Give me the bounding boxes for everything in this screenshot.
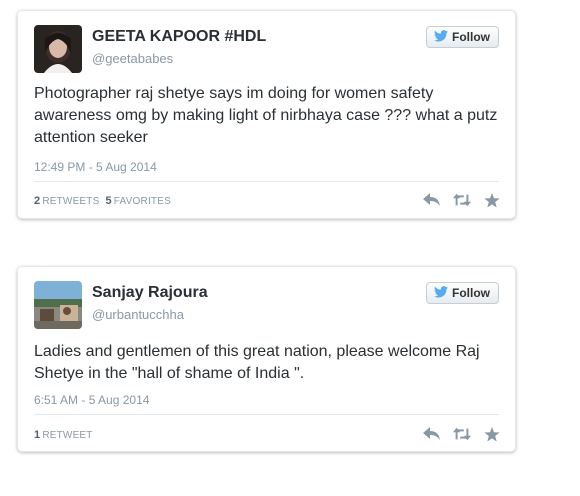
avatar[interactable] [34,25,82,73]
favorite-star-icon[interactable] [483,192,501,208]
tweet-text: Ladies and gentlemen of this great natio… [34,343,480,382]
twitter-bird-icon [434,29,448,45]
twitter-bird-icon [434,285,448,301]
user-handle[interactable]: @urbantucchha [92,307,184,322]
retweet-label[interactable]: RETWEET [42,430,92,441]
favorite-label[interactable]: FAVORITES [114,196,171,207]
retweet-icon[interactable] [453,426,471,442]
follow-button[interactable]: Follow [426,26,499,48]
display-name[interactable]: Sanjay Rajoura [92,284,208,302]
retweet-icon[interactable] [453,192,471,208]
display-name[interactable]: GEETA KAPOOR #HDL [92,28,266,46]
tweet-timestamp[interactable]: 12:49 PM - 5 Aug 2014 [34,160,157,174]
divider [34,181,499,182]
retweet-label[interactable]: RETWEETS [42,196,99,207]
favorite-star-icon[interactable] [483,426,501,442]
tweet-stats: 1 RETWEET [34,429,93,441]
tweet-stats: 2 RETWEETS 5 FAVORITES [34,195,171,207]
retweet-count[interactable]: 1 [34,429,40,441]
tweet-text: Photographer raj shetye says im doing fo… [34,85,498,146]
reply-icon[interactable] [423,192,441,208]
follow-button[interactable]: Follow [426,282,499,304]
retweet-count[interactable]: 2 [34,195,40,207]
tweet-card: Sanjay Rajoura @urbantucchha Follow Ladi… [17,266,516,452]
favorite-count[interactable]: 5 [105,195,111,207]
avatar[interactable] [34,281,82,329]
user-handle[interactable]: @geetababes [92,51,173,66]
follow-label: Follow [452,30,490,44]
tweet-actions [423,426,501,442]
follow-label: Follow [452,286,490,300]
tweet-timestamp[interactable]: 6:51 AM - 5 Aug 2014 [34,393,149,407]
divider [34,414,499,415]
reply-icon[interactable] [423,426,441,442]
tweet-actions [423,192,501,208]
tweet-card: GEETA KAPOOR #HDL @geetababes Follow Pho… [17,10,516,219]
